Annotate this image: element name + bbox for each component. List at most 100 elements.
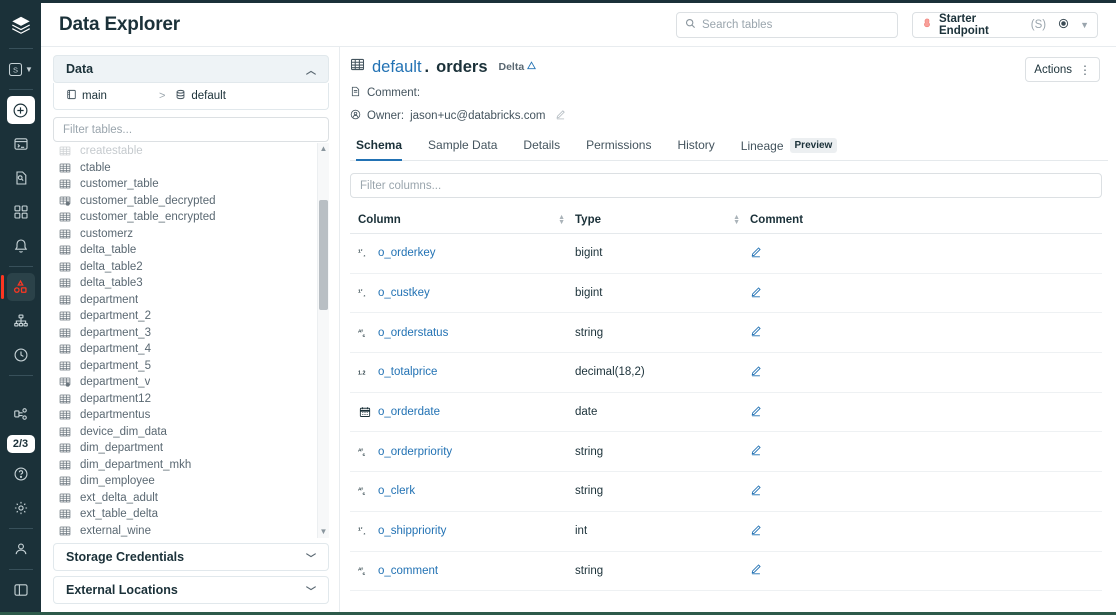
chevron-up-icon[interactable]: ︿ bbox=[306, 62, 316, 77]
table-list-item[interactable]: customer_table_decrypted bbox=[53, 193, 313, 210]
tab-lineage[interactable]: LineagePreview bbox=[728, 134, 851, 160]
table-list-item[interactable]: external_wine bbox=[53, 523, 313, 539]
column-name-link[interactable]: o_orderstatus bbox=[378, 327, 448, 339]
table-list-item[interactable]: department bbox=[53, 292, 313, 309]
header-type[interactable]: Type ▲▼ bbox=[575, 214, 750, 226]
table-list-scrollbar[interactable]: ▲ ▼ bbox=[317, 143, 329, 538]
filter-tables-box[interactable] bbox=[53, 117, 329, 142]
new-button[interactable] bbox=[7, 96, 35, 124]
actions-button[interactable]: Actions ⋮ bbox=[1025, 57, 1100, 82]
table-list-item[interactable]: ext_delta_adult bbox=[53, 490, 313, 507]
alerts-button[interactable] bbox=[7, 232, 35, 260]
data-panel-header[interactable]: Data ︿ bbox=[53, 55, 329, 83]
settings-button[interactable] bbox=[7, 494, 35, 522]
tab-details[interactable]: Details bbox=[510, 134, 573, 160]
search-input[interactable] bbox=[702, 19, 889, 31]
table-list-item[interactable]: device_dim_data bbox=[53, 424, 313, 441]
tab-label: History bbox=[677, 138, 714, 152]
table-list-wrapper: createstablectablecustomer_tablecustomer… bbox=[53, 143, 329, 538]
table-list-item[interactable]: department_5 bbox=[53, 358, 313, 375]
table-list-item[interactable]: department_v bbox=[53, 374, 313, 391]
cell-type: int bbox=[575, 525, 750, 537]
table-list-item[interactable]: createstable bbox=[53, 143, 313, 160]
table-list[interactable]: createstablectablecustomer_tablecustomer… bbox=[53, 143, 329, 538]
scrollbar-thumb[interactable] bbox=[319, 200, 328, 310]
external-locations-panel[interactable]: External Locations ﹀ bbox=[53, 576, 329, 604]
edit-comment-pencil-icon[interactable] bbox=[750, 487, 762, 499]
tab-sample-data[interactable]: Sample Data bbox=[415, 134, 510, 160]
column-name-link[interactable]: o_shippriority bbox=[378, 525, 446, 537]
column-name-link[interactable]: o_custkey bbox=[378, 287, 430, 299]
edit-comment-pencil-icon[interactable] bbox=[750, 408, 762, 420]
table-list-item[interactable]: delta_table3 bbox=[53, 275, 313, 292]
breadcrumb-catalog[interactable]: main bbox=[66, 89, 107, 103]
text-abc-icon: Aᴮc bbox=[358, 445, 371, 458]
toggle-sidebar-button[interactable] bbox=[7, 576, 35, 604]
filter-columns-input[interactable] bbox=[360, 180, 1092, 192]
databricks-logo[interactable] bbox=[6, 9, 36, 41]
history-button[interactable] bbox=[7, 341, 35, 369]
table-list-item[interactable]: dim_employee bbox=[53, 473, 313, 490]
table-list-item[interactable]: departmentus bbox=[53, 407, 313, 424]
edit-comment-pencil-icon[interactable] bbox=[750, 527, 762, 539]
edit-comment-pencil-icon[interactable] bbox=[750, 289, 762, 301]
workspace-switcher[interactable]: S ▼ bbox=[4, 55, 38, 83]
column-name-link[interactable]: o_totalprice bbox=[378, 366, 437, 378]
table-list-item[interactable]: customer_table bbox=[53, 176, 313, 193]
edit-comment-pencil-icon[interactable] bbox=[750, 447, 762, 459]
scrollbar-track[interactable] bbox=[318, 155, 329, 526]
account-button[interactable] bbox=[7, 535, 35, 563]
partner-connect-button[interactable] bbox=[7, 400, 35, 428]
table-list-item[interactable]: department_2 bbox=[53, 308, 313, 325]
table-list-item[interactable]: delta_table bbox=[53, 242, 313, 259]
filter-columns-box[interactable] bbox=[350, 173, 1102, 198]
queries-button[interactable] bbox=[7, 164, 35, 192]
storage-credentials-panel[interactable]: Storage Credentials ﹀ bbox=[53, 543, 329, 571]
dashboards-button[interactable] bbox=[7, 198, 35, 226]
search-tables-box[interactable] bbox=[676, 12, 898, 38]
tab-permissions[interactable]: Permissions bbox=[573, 134, 664, 160]
table-list-item[interactable]: ext_table_delta bbox=[53, 506, 313, 523]
tab-bar[interactable]: SchemaSample DataDetailsPermissions Histo… bbox=[350, 134, 1108, 161]
tab-history[interactable]: History bbox=[664, 134, 727, 160]
column-name-link[interactable]: o_orderpriority bbox=[378, 446, 452, 458]
lineage-tree-button[interactable] bbox=[7, 307, 35, 335]
column-name-link[interactable]: o_clerk bbox=[378, 485, 415, 497]
edit-owner-pencil-icon[interactable] bbox=[555, 109, 566, 123]
table-list-item[interactable]: customerz bbox=[53, 226, 313, 243]
table-list-item[interactable]: delta_table2 bbox=[53, 259, 313, 276]
table-schema-name[interactable]: default bbox=[372, 58, 422, 77]
endpoint-selector[interactable]: Starter Endpoint (S) ▼ bbox=[912, 12, 1098, 38]
table-list-item[interactable]: dim_department bbox=[53, 440, 313, 457]
table-list-item[interactable]: dim_department_mkh bbox=[53, 457, 313, 474]
sql-editor-button[interactable] bbox=[7, 130, 35, 158]
scroll-up-arrow-icon[interactable]: ▲ bbox=[320, 143, 328, 155]
chevron-down-icon[interactable]: ﹀ bbox=[306, 550, 316, 565]
svg-text:1²: 1² bbox=[358, 289, 363, 295]
edit-comment-pencil-icon[interactable] bbox=[750, 566, 762, 578]
edit-comment-pencil-icon[interactable] bbox=[750, 249, 762, 261]
sidebar-item-data[interactable] bbox=[7, 273, 35, 301]
filter-tables-input[interactable] bbox=[63, 124, 319, 136]
table-list-item[interactable]: department_3 bbox=[53, 325, 313, 342]
table-list-item[interactable]: department_4 bbox=[53, 341, 313, 358]
sort-column-icon[interactable]: ▲▼ bbox=[558, 215, 565, 225]
header-column[interactable]: Column ▲▼ bbox=[350, 214, 575, 226]
tab-schema[interactable]: Schema bbox=[350, 134, 415, 160]
table-list-item[interactable]: department12 bbox=[53, 391, 313, 408]
help-button[interactable] bbox=[7, 460, 35, 488]
edit-comment-pencil-icon[interactable] bbox=[750, 328, 762, 340]
scroll-down-arrow-icon[interactable]: ▼ bbox=[320, 526, 328, 538]
column-name-link[interactable]: o_comment bbox=[378, 565, 438, 577]
column-name-link[interactable]: o_orderkey bbox=[378, 247, 436, 259]
edit-comment-pencil-icon[interactable] bbox=[750, 368, 762, 380]
breadcrumb-schema[interactable]: default bbox=[175, 89, 226, 103]
kebab-menu-icon[interactable]: ⋮ bbox=[1079, 63, 1091, 77]
table-list-item[interactable]: customer_table_encrypted bbox=[53, 209, 313, 226]
version-badge[interactable]: 2/3 bbox=[7, 435, 35, 453]
column-name-link[interactable]: o_orderdate bbox=[378, 406, 440, 418]
sort-type-icon[interactable]: ▲▼ bbox=[733, 215, 740, 225]
cell-column: 1.2o_totalprice bbox=[350, 366, 575, 379]
table-list-item[interactable]: ctable bbox=[53, 160, 313, 177]
chevron-down-icon[interactable]: ﹀ bbox=[306, 583, 316, 598]
